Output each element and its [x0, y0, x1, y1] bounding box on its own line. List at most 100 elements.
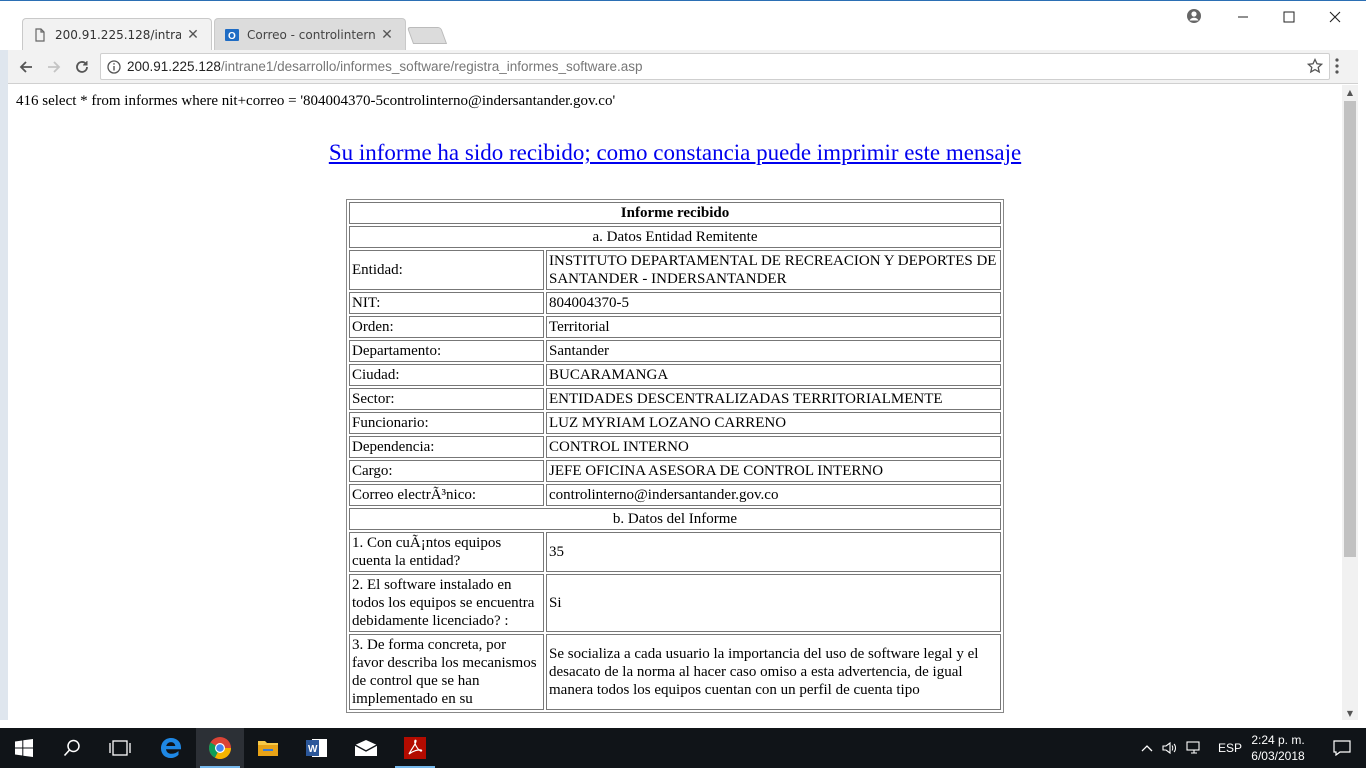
- url-path: /intrane1/desarrollo/informes_software/r…: [220, 59, 643, 74]
- row-value: BUCARAMANGA: [546, 364, 1001, 386]
- info-icon[interactable]: [101, 59, 127, 74]
- minimize-icon: [1238, 16, 1248, 18]
- row-value: Santander: [546, 340, 1001, 362]
- tab-intranet[interactable]: 200.91.225.128/intrane1/ ✕: [22, 18, 212, 51]
- row-label: 1. Con cuÃ¡ntos equipos cuenta la entida…: [349, 532, 544, 572]
- windows-logo-icon: [15, 739, 33, 757]
- tab-title: Correo - controlinterno@: [247, 28, 375, 42]
- taskbar-file-explorer[interactable]: [244, 728, 292, 768]
- taskbar-mail[interactable]: [342, 728, 390, 768]
- browser-titlebar: 200.91.225.128/intrane1/ ✕ O Correo - co…: [0, 0, 1366, 51]
- table-row: Entidad: INSTITUTO DEPARTAMENTAL DE RECR…: [349, 250, 1001, 290]
- row-value: LUZ MYRIAM LOZANO CARRENO: [546, 412, 1001, 434]
- table-row: NIT: 804004370-5: [349, 292, 1001, 314]
- url-host: 200.91.225.128: [127, 59, 221, 74]
- volume-icon[interactable]: [1162, 741, 1178, 755]
- clock-date: 6/03/2018: [1251, 749, 1305, 763]
- search-button[interactable]: [48, 728, 96, 768]
- row-label: Funcionario:: [349, 412, 544, 434]
- row-value: 804004370-5: [546, 292, 1001, 314]
- folder-icon: [258, 741, 278, 756]
- close-icon: [1329, 11, 1341, 23]
- address-bar[interactable]: 200.91.225.128/intrane1/desarrollo/infor…: [100, 53, 1330, 80]
- close-window-button[interactable]: [1312, 3, 1358, 31]
- maximize-icon: [1283, 11, 1295, 23]
- close-icon[interactable]: ✕: [185, 27, 201, 43]
- row-label: Sector:: [349, 388, 544, 410]
- maximize-button[interactable]: [1266, 3, 1312, 31]
- taskbar-acrobat[interactable]: [391, 728, 439, 768]
- clock-time: 2:24 p. m.: [1251, 733, 1305, 747]
- taskbar-word[interactable]: W: [293, 728, 341, 768]
- start-button[interactable]: [0, 728, 48, 768]
- row-label: Orden:: [349, 316, 544, 338]
- language-indicator[interactable]: ESP: [1218, 741, 1242, 755]
- reload-button[interactable]: [70, 55, 94, 79]
- report-table: Informe recibido a. Datos Entidad Remite…: [346, 199, 1004, 713]
- action-center-button[interactable]: [1318, 728, 1366, 768]
- chevron-up-icon[interactable]: [1140, 744, 1154, 752]
- table-row: Cargo: JEFE OFICINA ASESORA DE CONTROL I…: [349, 460, 1001, 482]
- minimize-button[interactable]: [1220, 3, 1266, 31]
- table-row: Correo electrÃ³nico: controlinterno@inde…: [349, 484, 1001, 506]
- row-value: Se socializa a cada usuario la importanc…: [546, 634, 1001, 710]
- row-label: Correo electrÃ³nico:: [349, 484, 544, 506]
- row-value: ENTIDADES DESCENTRALIZADAS TERRITORIALME…: [546, 388, 1001, 410]
- forward-button[interactable]: [42, 55, 66, 79]
- acrobat-icon: [404, 737, 426, 759]
- search-icon: [63, 739, 80, 757]
- edge-icon: [161, 738, 181, 758]
- taskbar-edge[interactable]: [147, 728, 195, 768]
- mail-icon: [354, 740, 378, 756]
- chrome-icon: [209, 737, 231, 760]
- word-icon: W: [306, 739, 327, 757]
- table-row: Ciudad: BUCARAMANGA: [349, 364, 1001, 386]
- table-row: Funcionario: LUZ MYRIAM LOZANO CARRENO: [349, 412, 1001, 434]
- table-row: Departamento: Santander: [349, 340, 1001, 362]
- row-label: Ciudad:: [349, 364, 544, 386]
- svg-text:O: O: [228, 31, 236, 42]
- section-a-header: a. Datos Entidad Remitente: [349, 226, 1001, 248]
- row-label: Dependencia:: [349, 436, 544, 458]
- new-tab-button[interactable]: [406, 27, 448, 44]
- window-edge: [0, 0, 8, 720]
- windows-taskbar: W ESP 2:24 p. m. 6/03/2018: [0, 728, 1366, 768]
- taskbar-chrome[interactable]: [196, 728, 244, 768]
- network-icon[interactable]: [1186, 741, 1204, 755]
- menu-dots-icon[interactable]: [1334, 57, 1340, 75]
- taskbar-clock[interactable]: 2:24 p. m. 6/03/2018: [1246, 732, 1310, 764]
- row-value: controlinterno@indersantander.gov.co: [546, 484, 1001, 506]
- row-value: 35: [546, 532, 1001, 572]
- close-icon[interactable]: ✕: [379, 27, 395, 43]
- row-label: NIT:: [349, 292, 544, 314]
- svg-text:W: W: [308, 744, 318, 755]
- row-value: INSTITUTO DEPARTAMENTAL DE RECREACION Y …: [546, 250, 1001, 290]
- back-arrow-icon: [19, 61, 32, 73]
- scroll-up-icon[interactable]: ▲: [1342, 85, 1358, 99]
- outlook-icon: O: [225, 29, 239, 42]
- scroll-down-icon[interactable]: ▼: [1342, 706, 1358, 720]
- page-viewport: 416 select * from informes where nit+cor…: [8, 85, 1342, 720]
- tab-correo[interactable]: O Correo - controlinterno@ ✕: [214, 18, 406, 51]
- row-value: JEFE OFICINA ASESORA DE CONTROL INTERNO: [546, 460, 1001, 482]
- table-title: Informe recibido: [349, 202, 1001, 224]
- browser-toolbar: 200.91.225.128/intrane1/desarrollo/infor…: [8, 50, 1358, 84]
- row-label: Entidad:: [349, 250, 544, 290]
- scroll-thumb[interactable]: [1344, 101, 1356, 557]
- row-label: Departamento:: [349, 340, 544, 362]
- vertical-scrollbar[interactable]: ▲ ▼: [1342, 85, 1358, 720]
- row-label: 3. De forma concreta, por favor describa…: [349, 634, 544, 710]
- table-row: Orden: Territorial: [349, 316, 1001, 338]
- section-b-header: b. Datos del Informe: [349, 508, 1001, 530]
- table-row: 3. De forma concreta, por favor describa…: [349, 634, 1001, 710]
- task-view-icon: [109, 740, 131, 756]
- notification-icon: [1333, 740, 1351, 756]
- task-view-button[interactable]: [96, 728, 144, 768]
- back-button[interactable]: [14, 55, 38, 79]
- profile-icon[interactable]: [1186, 8, 1202, 24]
- bookmark-star-icon[interactable]: [1307, 58, 1323, 74]
- reload-icon: [76, 61, 88, 73]
- table-row: 1. Con cuÃ¡ntos equipos cuenta la entida…: [349, 532, 1001, 572]
- row-value: Si: [546, 574, 1001, 632]
- confirmation-link[interactable]: Su informe ha sido recibido; como consta…: [8, 140, 1342, 166]
